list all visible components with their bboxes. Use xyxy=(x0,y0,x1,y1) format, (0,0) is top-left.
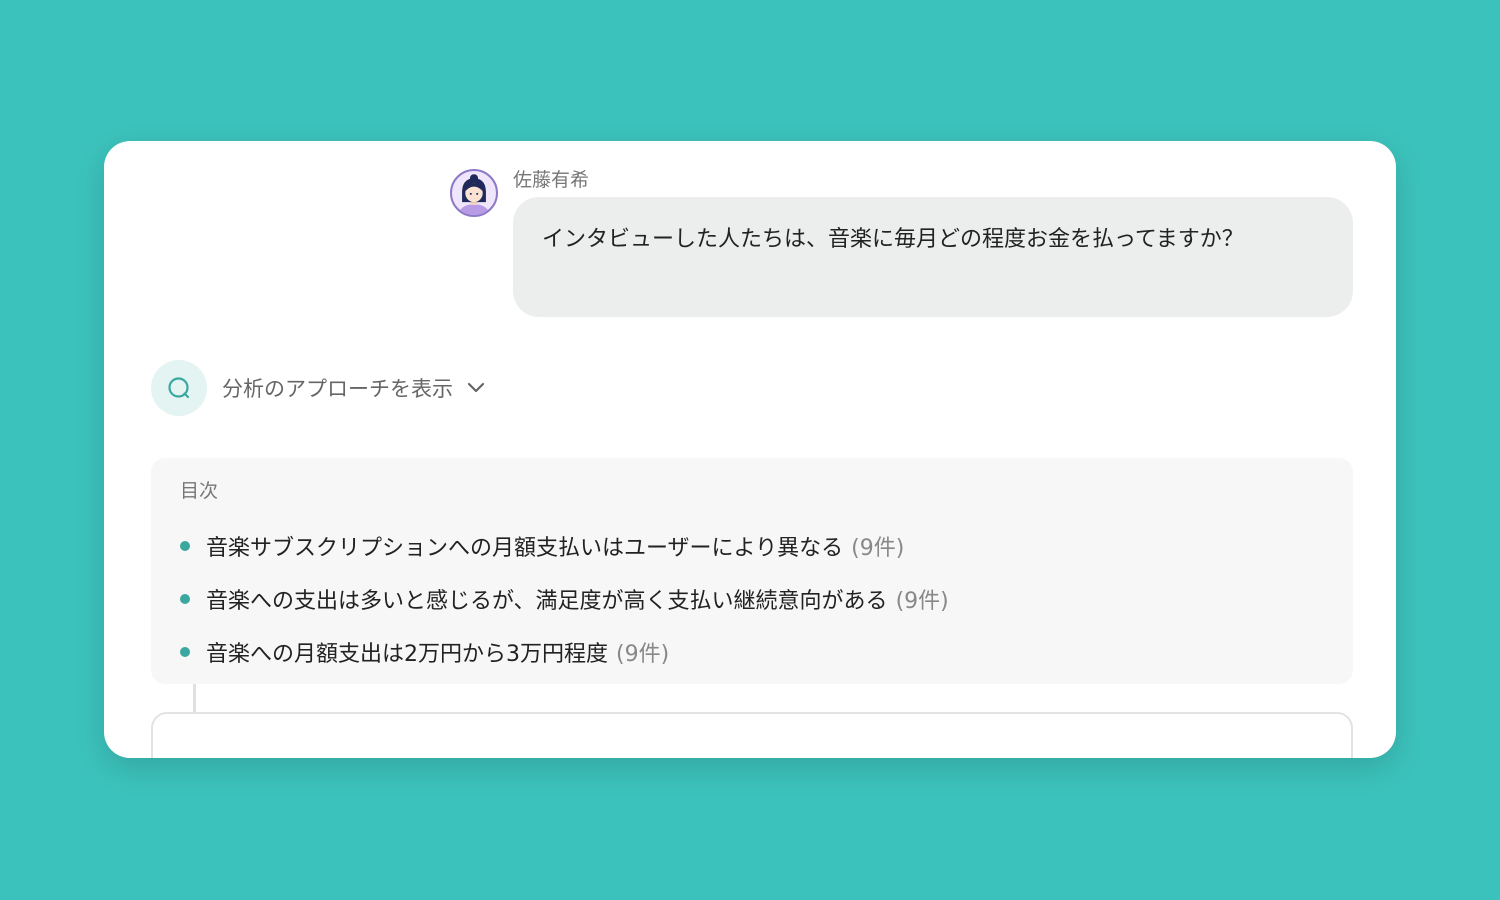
show-approach-toggle[interactable]: 分析のアプローチを表示 xyxy=(151,360,485,416)
user-avatar xyxy=(450,169,498,217)
bullet-dot-icon xyxy=(180,540,190,551)
toc-title: 目次 xyxy=(180,480,219,502)
toc-item-text: 音楽への月額支出は2万円から3万円程度 xyxy=(206,641,608,667)
show-approach-label: 分析のアプローチを表示 xyxy=(222,377,453,401)
toc-list: 音楽サブスクリプションへの月額支払いはユーザーにより異なる (9件) 音楽への支… xyxy=(180,519,949,678)
toc-item-count: (9件) xyxy=(616,641,670,667)
toc-item[interactable]: 音楽サブスクリプションへの月額支払いはユーザーにより異なる (9件) xyxy=(180,519,949,572)
search-icon xyxy=(151,360,207,416)
toc-item[interactable]: 音楽への支出は多いと感じるが、満足度が高く支払い継続意向がある (9件) xyxy=(180,572,949,625)
toc-item-text: 音楽サブスクリプションへの月額支払いはユーザーにより異なる xyxy=(206,535,844,561)
user-message-bubble: インタビューした人たちは、音楽に毎月どの程度お金を払ってますか？ xyxy=(513,197,1353,317)
bullet-dot-icon xyxy=(180,593,190,604)
toc-item-count: (9件) xyxy=(895,588,949,614)
toc-item-count: (9件) xyxy=(851,535,905,561)
section-card xyxy=(151,712,1353,758)
toc-item-text: 音楽への支出は多いと感じるが、満足度が高く支払い継続意向がある xyxy=(206,588,888,614)
user-name: 佐藤有希 xyxy=(513,169,590,191)
table-of-contents: 目次 音楽サブスクリプションへの月額支払いはユーザーにより異なる (9件) 音楽… xyxy=(151,458,1353,684)
toc-item[interactable]: 音楽への月額支出は2万円から3万円程度 (9件) xyxy=(180,625,949,678)
user-avatar-icon xyxy=(458,174,490,215)
chat-card: 佐藤有希 インタビューした人たちは、音楽に毎月どの程度お金を払ってますか？ 分析… xyxy=(104,141,1396,758)
bullet-dot-icon xyxy=(180,646,190,657)
chevron-down-icon xyxy=(467,382,485,394)
